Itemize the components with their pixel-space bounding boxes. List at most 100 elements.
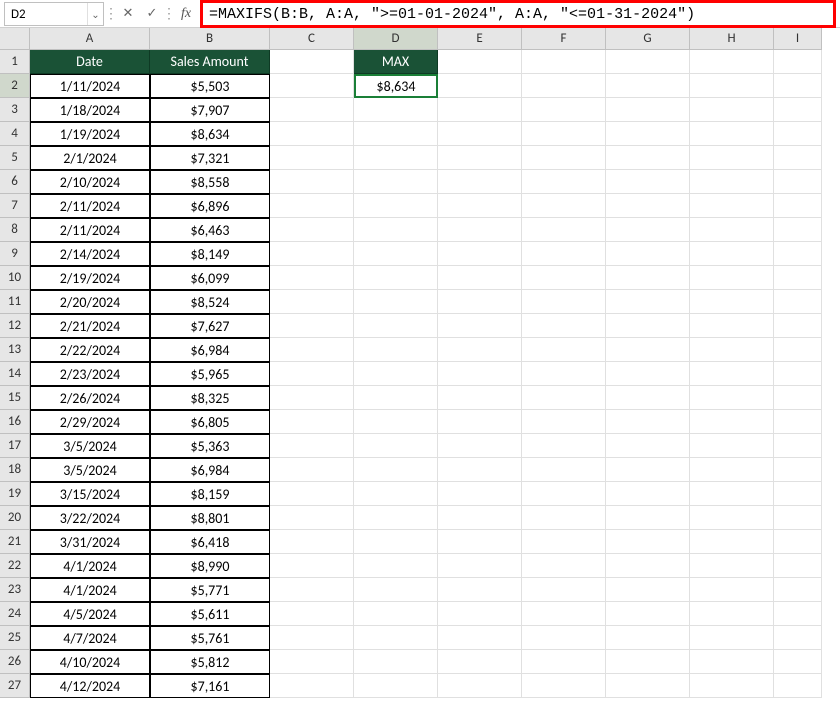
cell-b18[interactable]: $6,984 [150, 458, 270, 482]
cell-a13[interactable]: 2/22/2024 [30, 338, 150, 362]
cell-c3[interactable] [270, 98, 354, 122]
cell-b26[interactable]: $5,812 [150, 650, 270, 674]
cell-f15[interactable] [522, 386, 606, 410]
cell-f23[interactable] [522, 578, 606, 602]
row-header[interactable]: 8 [0, 218, 30, 242]
cell-a4[interactable]: 1/19/2024 [30, 122, 150, 146]
cell-i11[interactable] [774, 290, 822, 314]
cell-g6[interactable] [606, 170, 690, 194]
cell-b6[interactable]: $8,558 [150, 170, 270, 194]
cell-e4[interactable] [438, 122, 522, 146]
cell-d26[interactable] [354, 650, 438, 674]
cell-e27[interactable] [438, 674, 522, 698]
cell-c18[interactable] [270, 458, 354, 482]
cell-h20[interactable] [690, 506, 774, 530]
cell-e22[interactable] [438, 554, 522, 578]
cell-f26[interactable] [522, 650, 606, 674]
cell-h8[interactable] [690, 218, 774, 242]
row-header[interactable]: 2 [0, 74, 30, 98]
cell-e9[interactable] [438, 242, 522, 266]
cell-a1[interactable]: Date [30, 50, 150, 74]
row-header[interactable]: 12 [0, 314, 30, 338]
column-header-b[interactable]: B [150, 28, 270, 50]
cell-d21[interactable] [354, 530, 438, 554]
cell-g16[interactable] [606, 410, 690, 434]
cell-h7[interactable] [690, 194, 774, 218]
cell-f11[interactable] [522, 290, 606, 314]
cell-g11[interactable] [606, 290, 690, 314]
cell-a25[interactable]: 4/7/2024 [30, 626, 150, 650]
cell-d7[interactable] [354, 194, 438, 218]
cell-b7[interactable]: $6,896 [150, 194, 270, 218]
cell-g1[interactable] [606, 50, 690, 74]
cell-i24[interactable] [774, 602, 822, 626]
cell-b24[interactable]: $5,611 [150, 602, 270, 626]
row-header[interactable]: 11 [0, 290, 30, 314]
cell-a2[interactable]: 1/11/2024 [30, 74, 150, 98]
cell-a10[interactable]: 2/19/2024 [30, 266, 150, 290]
formula-input[interactable]: =MAXIFS(B:B, A:A, ">=01-01-2024", A:A, "… [200, 0, 836, 28]
cell-b27[interactable]: $7,161 [150, 674, 270, 698]
cell-c14[interactable] [270, 362, 354, 386]
cell-i8[interactable] [774, 218, 822, 242]
cell-g19[interactable] [606, 482, 690, 506]
cell-d2[interactable]: $8,634 [354, 74, 438, 98]
column-header-d[interactable]: D [354, 28, 438, 50]
cell-i7[interactable] [774, 194, 822, 218]
cell-b15[interactable]: $8,325 [150, 386, 270, 410]
row-header[interactable]: 19 [0, 482, 30, 506]
cell-d11[interactable] [354, 290, 438, 314]
cell-c4[interactable] [270, 122, 354, 146]
cell-f3[interactable] [522, 98, 606, 122]
cell-g2[interactable] [606, 74, 690, 98]
cell-f25[interactable] [522, 626, 606, 650]
cell-d24[interactable] [354, 602, 438, 626]
cell-e23[interactable] [438, 578, 522, 602]
cell-h13[interactable] [690, 338, 774, 362]
column-header-h[interactable]: H [690, 28, 774, 50]
cell-c10[interactable] [270, 266, 354, 290]
column-header-a[interactable]: A [30, 28, 150, 50]
cell-g23[interactable] [606, 578, 690, 602]
cell-a19[interactable]: 3/15/2024 [30, 482, 150, 506]
cell-i14[interactable] [774, 362, 822, 386]
row-header[interactable]: 13 [0, 338, 30, 362]
cell-a6[interactable]: 2/10/2024 [30, 170, 150, 194]
row-header[interactable]: 23 [0, 578, 30, 602]
cell-b22[interactable]: $8,990 [150, 554, 270, 578]
cell-e19[interactable] [438, 482, 522, 506]
cell-d25[interactable] [354, 626, 438, 650]
row-header[interactable]: 17 [0, 434, 30, 458]
cell-d4[interactable] [354, 122, 438, 146]
cell-c23[interactable] [270, 578, 354, 602]
cell-a7[interactable]: 2/11/2024 [30, 194, 150, 218]
cell-g27[interactable] [606, 674, 690, 698]
cell-f2[interactable] [522, 74, 606, 98]
cell-g26[interactable] [606, 650, 690, 674]
cell-b5[interactable]: $7,321 [150, 146, 270, 170]
cell-b3[interactable]: $7,907 [150, 98, 270, 122]
cell-f12[interactable] [522, 314, 606, 338]
cell-c1[interactable] [270, 50, 354, 74]
cell-g7[interactable] [606, 194, 690, 218]
cell-h24[interactable] [690, 602, 774, 626]
cell-i21[interactable] [774, 530, 822, 554]
cell-d16[interactable] [354, 410, 438, 434]
cell-c12[interactable] [270, 314, 354, 338]
cell-i3[interactable] [774, 98, 822, 122]
column-header-c[interactable]: C [270, 28, 354, 50]
cell-h26[interactable] [690, 650, 774, 674]
cell-d18[interactable] [354, 458, 438, 482]
cell-d10[interactable] [354, 266, 438, 290]
cell-g22[interactable] [606, 554, 690, 578]
cell-i20[interactable] [774, 506, 822, 530]
cell-g10[interactable] [606, 266, 690, 290]
cell-f18[interactable] [522, 458, 606, 482]
cell-h15[interactable] [690, 386, 774, 410]
row-header[interactable]: 15 [0, 386, 30, 410]
cell-i17[interactable] [774, 434, 822, 458]
cell-e7[interactable] [438, 194, 522, 218]
row-header[interactable]: 3 [0, 98, 30, 122]
cell-e25[interactable] [438, 626, 522, 650]
cell-h18[interactable] [690, 458, 774, 482]
